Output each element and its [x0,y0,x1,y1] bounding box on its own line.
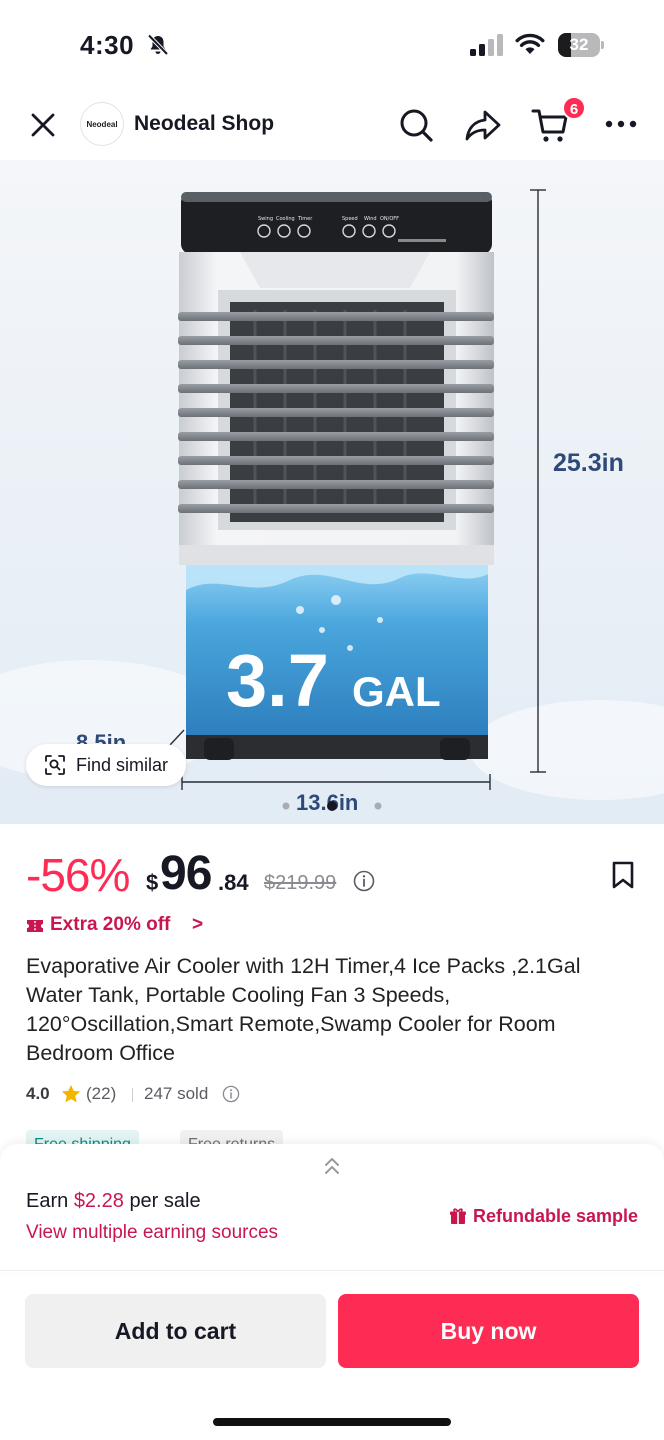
wifi-icon [515,33,545,54]
status-time: 4:30 [80,30,135,60]
product-title: Evaporative Air Cooler with 12H Timer,4 … [26,954,581,1065]
search-icon[interactable] [398,107,434,143]
gift-icon [449,1208,466,1224]
control-label: Timer [297,216,313,222]
info-icon[interactable] [353,870,375,892]
product-image[interactable]: Swing Cooling Timer Speed Wind ON/OFF 3.… [0,160,664,824]
cart-count-badge: 6 [562,96,586,120]
find-similar-button[interactable]: Find similar [26,744,187,786]
close-icon[interactable] [28,110,58,140]
add-to-cart-button[interactable]: Add to cart [25,1294,326,1368]
earn-amount: $2.28 [73,1190,124,1212]
buy-now-button[interactable]: Buy now [338,1294,639,1368]
divider [132,1088,133,1102]
shop-name[interactable]: Neodeal Shop [134,112,274,136]
bookmark-icon[interactable] [610,860,636,890]
capacity-unit: GAL [352,668,441,715]
capacity-number: 3.7 [226,639,329,722]
price-row: -56% $ 96 .84 $219.99 [26,846,638,906]
chevron-right-icon: > [192,914,204,935]
star-icon [61,1084,81,1103]
rating-value: 4.0 [26,1084,50,1103]
control-label: Swing [258,216,273,222]
review-count: (22) [86,1084,117,1103]
find-similar-label: Find similar [76,755,169,775]
earning-sources-link[interactable]: View multiple earning sources [26,1222,278,1244]
battery-indicator: 32 [558,33,604,57]
control-label: Speed [342,216,358,222]
page-dot [374,802,382,810]
cellular-signal-icon [470,34,503,56]
affiliate-earn-panel: Earn $2.28 per sale View multiple earnin… [0,1144,664,1272]
shop-logo[interactable]: Neodeal [80,102,124,146]
active-page-dot [327,801,337,811]
price-whole: 96 [160,847,212,900]
extra-discount-label: Extra 20% off [50,914,171,935]
air-cooler-illustration: Swing Cooling Timer Speed Wind ON/OFF 3.… [0,189,664,815]
divider [0,1270,664,1271]
price-cents: .84 [218,870,249,895]
share-icon[interactable] [464,107,502,143]
coupon-icon [27,920,43,932]
refundable-sample-label: Refundable sample [472,1206,638,1226]
info-icon[interactable] [222,1085,240,1103]
home-indicator[interactable] [213,1418,451,1426]
refundable-sample-button[interactable]: Refundable sample [449,1206,638,1227]
control-label: Wind [364,216,377,222]
visual-search-icon [45,755,65,775]
top-nav: Neodeal Neodeal Shop 6 [0,88,664,160]
original-price: $219.99 [264,872,337,894]
chevron-double-up-icon[interactable] [320,1154,344,1178]
price-currency: $ [146,870,159,895]
earn-prefix: Earn [26,1190,69,1212]
page-dot [282,802,290,810]
discount-percent: -56% [26,849,130,901]
battery-percent: 32 [569,35,589,54]
height-label: 25.3in [553,449,624,477]
image-pagination-dots[interactable] [280,800,384,812]
earn-per-sale: Earn $2.28 per sale [26,1190,201,1213]
bell-muted-icon [147,34,169,56]
sold-count: 247 sold [144,1084,209,1103]
control-label: Cooling [276,216,295,222]
earn-suffix: per sale [129,1190,201,1212]
status-bar: 4:30 32 [0,0,664,88]
control-label: ON/OFF [380,216,399,222]
more-options-icon[interactable] [604,116,638,132]
